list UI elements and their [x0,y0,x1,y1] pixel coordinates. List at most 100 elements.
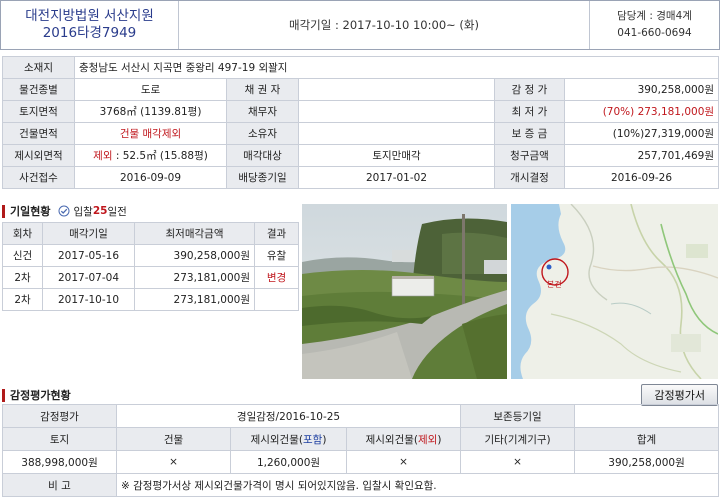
address-row: 소재지 충청남도 서산시 지곡면 중왕리 497-19 외꽐지 [2,56,720,79]
commencement-value: 2016-09-26 [563,166,720,189]
location-map-image: 본건 [511,204,718,379]
owner-value [298,122,495,145]
address-value: 충청남도 서산시 지곡면 중왕리 497-19 외꽐지 [73,56,720,79]
appraisal-values-row: 388,998,000원 × 1,260,000원 × × 390,258,00… [2,450,720,474]
other-header: 기타(기계기구) [460,427,576,451]
appraisal-price-value: 390,258,000원 [563,78,720,101]
case-number: 2016타경7949 [42,25,137,41]
bid-price: 390,258,000원 [134,244,255,267]
dividend-deadline-value: 2017-01-02 [298,166,495,189]
property-photo[interactable] [302,204,507,379]
info-row: 건물면적 건물 매각제외 소유자 보 증 금 (10%)27,319,000원 [2,122,720,145]
sale-target-label: 매각대상 [226,144,299,167]
included-tag: 포함 [302,433,323,446]
registration-date-label: 보존등기일 [460,404,576,428]
bid-date: 2017-07-04 [42,266,135,289]
bid-row: 2차 2017-10-10 273,181,000원 [2,288,299,311]
case-received-label: 사건접수 [2,166,75,189]
bid-row: 신건 2017-05-16 390,258,000원 유찰 [2,244,299,267]
debtor-label: 채무자 [226,100,299,123]
appraisal-header-row: 토지 건물 제시외건물(포함) 제시외건물(제외) 기타(기계기구) 합계 [2,427,720,451]
bid-result: 유찰 [254,244,299,267]
creditor-value [298,78,495,101]
bid-date: 2017-05-16 [42,244,135,267]
extra-building-prefix: 제시외건물( [250,433,303,446]
department: 담당계 : 경매4계 [617,10,692,22]
location-map[interactable]: 본건 [511,204,718,379]
extra-building-excluded-value: × [345,450,462,474]
minimum-price-value: (70%) 273,181,000원 [563,100,720,123]
property-info-table: 소재지 충청남도 서산시 지곡면 중왕리 497-19 외꽐지 물건종별 도로 … [2,56,720,189]
extra-building-suffix: ) [322,433,327,446]
appraisal-note-row: 비 고 ※ 감정평가서상 제시외건물가격이 명시 되어있지않음. 입찰시 확인요… [2,473,720,497]
property-photo-image [302,204,507,379]
date-header: 매각기일 [42,222,135,245]
bid-header-row: 회차 매각기일 최저매각금액 결과 [2,222,299,245]
appraiser-value: 경일감정/2016-10-25 [115,404,462,428]
bid-round: 신건 [2,244,43,267]
min-price-header: 최저매각금액 [134,222,255,245]
note-value: ※ 감정평가서상 제시외건물가격이 명시 되어있지않음. 입찰시 확인요함. [115,473,720,497]
days-remaining-suffix: 일전 [107,205,127,218]
deposit-label: 보 증 금 [494,122,565,145]
days-remaining-count: 25 [92,205,108,217]
land-header: 토지 [2,427,117,451]
result-header: 결과 [254,222,299,245]
bid-status-title: 기일현황 [10,205,51,218]
case-header: 대전지방법원 서산지원 2016타경7949 매각기일 : 2017-10-10… [0,0,720,50]
days-remaining-prefix: 입찰 [73,205,93,218]
extra-area-value: 제외 : 52.5㎡ (15.88평) [74,144,227,167]
days-remaining: 입찰 25 일전 [58,204,127,219]
deposit-value: (10%)27,319,000원 [563,122,720,145]
owner-label: 소유자 [226,122,299,145]
bid-row: 2차 2017-07-04 273,181,000원 변경 [2,266,299,289]
extra-building-included-value: 1,260,000원 [230,450,347,474]
info-row: 제시외면적 제외 : 52.5㎡ (15.88평) 매각대상 토지만매각 청구금… [2,144,720,167]
map-marker-label: 본건 [547,279,562,289]
appraisal-header: 감정평가현황 감정평가서 [2,384,718,406]
section-marker [2,388,5,402]
section-marker [2,204,5,218]
appraisal-title: 감정평가현황 [10,389,71,402]
building-area-label: 건물면적 [2,122,75,145]
building-header: 건물 [116,427,231,451]
extra-building-suffix: ) [437,433,442,446]
round-header: 회차 [2,222,43,245]
claim-amount-value: 257,701,469원 [563,144,720,167]
bid-history-table: 회차 매각기일 최저매각금액 결과 신건 2017-05-16 390,258,… [2,222,299,311]
excluded-tag: 제외 [93,150,113,162]
info-row: 사건접수 2016-09-09 배당종기일 2017-01-02 개시결정 20… [2,166,720,189]
land-area-label: 토지면적 [2,100,75,123]
info-row: 토지면적 3768㎡ (1139.81평) 채무자 최 저 가 (70%) 27… [2,100,720,123]
debtor-value [298,100,495,123]
extra-building-prefix: 제시외건물( [365,433,418,446]
bid-round: 2차 [2,266,43,289]
appraisal-price-label: 감 정 가 [494,78,565,101]
court-block: 대전지방법원 서산지원 2016타경7949 [1,1,179,49]
appraiser-label: 감정평가 [2,404,117,428]
total-value: 390,258,000원 [574,450,720,474]
appraisal-title-group: 감정평가현황 [2,387,71,403]
bid-status-header: 기일현황 입찰 25 일전 [2,202,298,220]
info-row: 물건종별 도로 채 권 자 감 정 가 390,258,000원 [2,78,720,101]
bid-result: 변경 [254,266,299,289]
extra-area-label: 제시외면적 [2,144,75,167]
extra-building-included-header: 제시외건물(포함) [230,427,347,451]
bid-price: 273,181,000원 [134,288,255,311]
appraisal-report-button[interactable]: 감정평가서 [641,384,718,406]
creditor-label: 채 권 자 [226,78,299,101]
bid-date: 2017-10-10 [42,288,135,311]
sale-date: 매각기일 : 2017-10-10 10:00~ (화) [289,18,479,32]
bid-result [254,288,299,311]
note-label: 비 고 [2,473,117,497]
commencement-label: 개시결정 [494,166,565,189]
other-value: × [460,450,576,474]
property-type-value: 도로 [74,78,227,101]
excluded-tag: 제외 [418,433,438,446]
check-circle-icon [58,205,70,217]
building-value: × [116,450,231,474]
court-name: 대전지방법원 서산지원 [25,8,154,24]
minimum-price-label: 최 저 가 [494,100,565,123]
case-received-value: 2016-09-09 [74,166,227,189]
sale-target-value: 토지만매각 [298,144,495,167]
